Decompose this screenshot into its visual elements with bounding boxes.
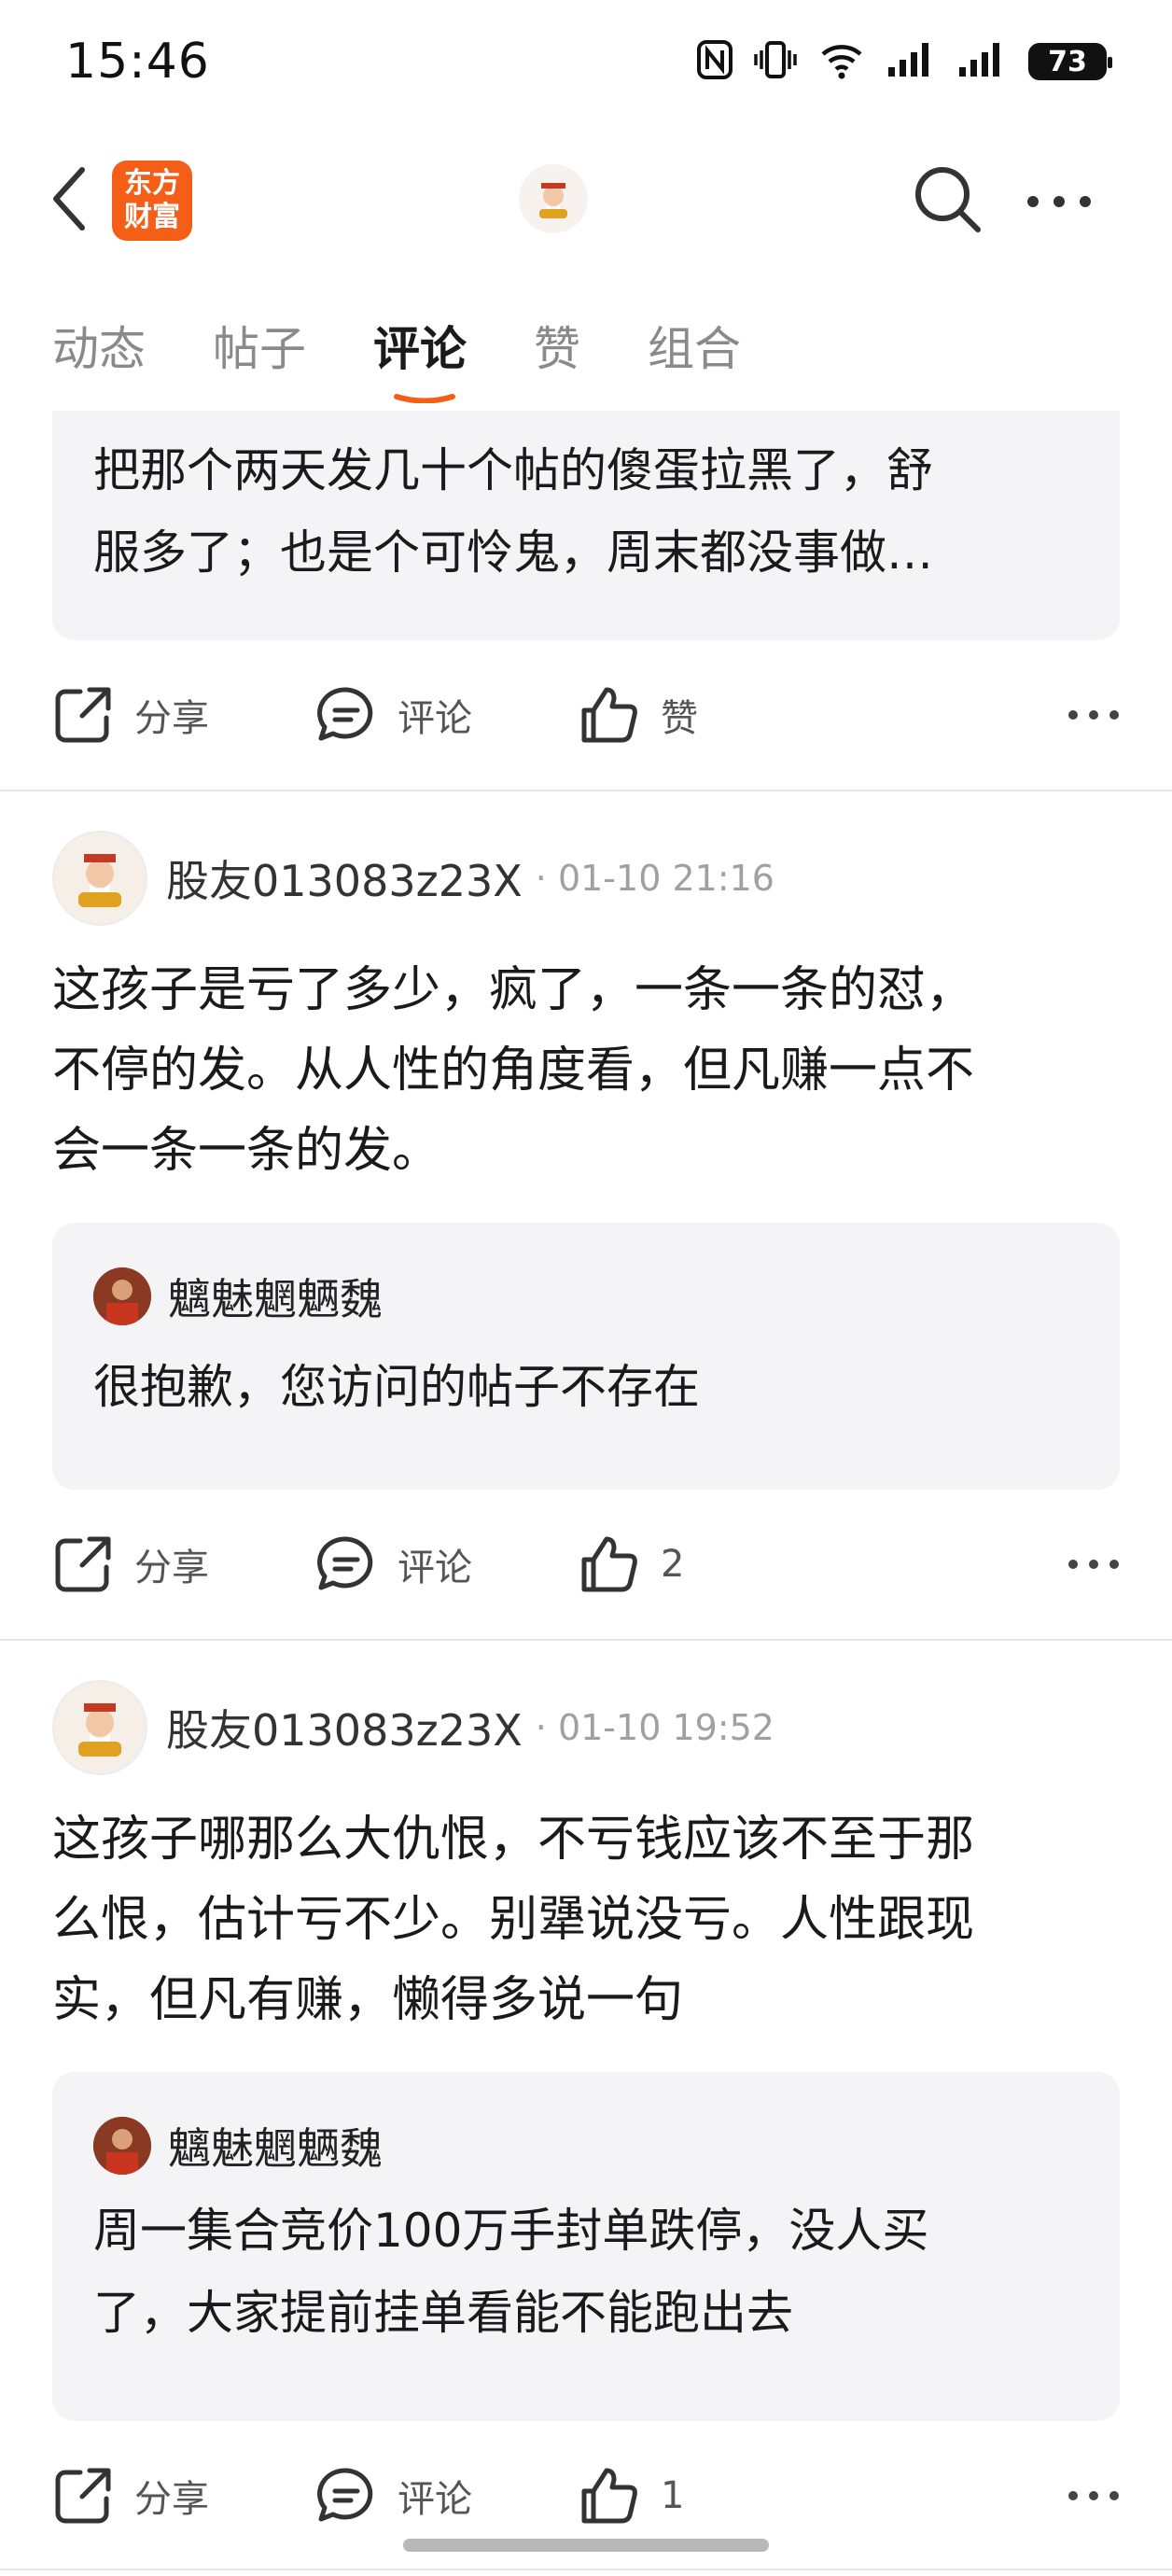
reply-author-name: 魑魅魍魉魏 [168, 2123, 383, 2174]
like-count: 1 [661, 2474, 685, 2517]
reply-text-line: 周一集合竞价100万手封单跌停，没人买 [93, 2204, 929, 2258]
thumbs-up-icon [581, 1536, 637, 1592]
logo-line1: 东方 [124, 167, 180, 200]
thumbs-up-icon [581, 2468, 637, 2524]
comment-icon [317, 2468, 373, 2522]
tab-dynamic[interactable]: 动态 [52, 312, 146, 379]
post-time: · 01-10 21:16 [535, 858, 774, 899]
more-icon [1027, 196, 1091, 207]
thumbs-up-icon [581, 687, 637, 743]
divider [0, 1639, 1172, 1641]
signal-icon-2 [957, 41, 1008, 82]
like-button[interactable]: 2 [579, 1533, 1067, 1595]
quoted-post[interactable]: 把那个两天发几十个帖的傻蛋拉黑了，舒 服多了；也是个可怜鬼，周末都没事做… [52, 411, 1120, 640]
post-text-line: 这孩子哪那么大仇恨，不亏钱应该不至于那 [52, 1812, 975, 1868]
tab-comments-label: 评论 [373, 322, 467, 376]
author-name[interactable]: 股友013083z23X [166, 847, 523, 909]
avatar [93, 1267, 151, 1325]
quoted-text-line: 把那个两天发几十个帖的傻蛋拉黑了，舒 [93, 443, 933, 497]
home-indicator[interactable] [403, 2539, 769, 2552]
more-button[interactable] [1026, 194, 1092, 212]
back-button[interactable] [50, 166, 88, 235]
tab-posts[interactable]: 帖子 [213, 312, 306, 379]
reply-author: 魑魅魍魉魏 [93, 1266, 1079, 1327]
share-icon [55, 2468, 111, 2524]
post-text-line: 实，但凡有赚，懒得多说一句 [52, 1972, 684, 2028]
like-count: 2 [661, 1543, 685, 1586]
search-button[interactable] [911, 162, 985, 241]
share-button[interactable]: 分享 [52, 684, 315, 746]
more-options-button[interactable] [1067, 707, 1120, 724]
nfc-icon [696, 39, 733, 84]
more-icon [1068, 1559, 1119, 1569]
status-time: 15:46 [65, 34, 210, 90]
comment-label: 评论 [398, 1547, 472, 1589]
action-row: 分享 评论 赞 [52, 678, 1120, 752]
post-time: · 01-10 19:52 [535, 1707, 774, 1748]
reply-author: 魑魅魍魉魏 [93, 2115, 1079, 2177]
logo-line2: 财富 [124, 201, 180, 233]
comment-button[interactable]: 评论 [315, 2465, 579, 2527]
more-icon [1068, 709, 1119, 720]
post-text-line: 么恨，估计亏不少。别犟说没亏。人性跟现 [52, 1892, 975, 1948]
action-row: 分享 评论 2 [52, 1527, 1120, 1602]
reply-text-line: 了，大家提前挂单看能不能跑出去 [93, 2286, 793, 2340]
share-icon [55, 687, 111, 743]
vibrate-icon [754, 39, 797, 84]
tab-portfolio[interactable]: 组合 [648, 312, 741, 379]
wifi-icon [817, 39, 866, 84]
like-button[interactable]: 1 [579, 2465, 1067, 2527]
tab-comments[interactable]: 评论 [373, 312, 467, 403]
divider [0, 2569, 1172, 2570]
post-author-row[interactable]: 股友013083z23X · 01-10 21:16 [52, 831, 774, 926]
share-icon [55, 1536, 111, 1592]
reply-text-line: 很抱歉，您访问的帖子不存在 [93, 1360, 700, 1414]
avatar [93, 2117, 151, 2175]
post-content[interactable]: 这孩子是亏了多少，疯了，一条一条的怼， 不停的发。从人性的角度看，但凡赚一点不 … [52, 950, 1125, 1191]
quoted-reply[interactable]: 魑魅魍魉魏 很抱歉，您访问的帖子不存在 [52, 1223, 1120, 1490]
comment-button[interactable]: 评论 [315, 684, 579, 746]
post-content[interactable]: 这孩子哪那么大仇恨，不亏钱应该不至于那 么恨，估计亏不少。别犟说没亏。人性跟现 … [52, 1799, 1125, 2040]
signal-icon-1 [886, 41, 937, 82]
post-text-line: 这孩子是亏了多少，疯了，一条一条的怼， [52, 962, 975, 1018]
share-label: 分享 [134, 2478, 209, 2521]
quoted-text-line: 服多了；也是个可怜鬼，周末都没事做… [93, 525, 933, 580]
search-icon [915, 167, 981, 232]
share-button[interactable]: 分享 [52, 2465, 315, 2527]
divider [0, 790, 1172, 791]
avatar[interactable] [52, 1680, 147, 1775]
comment-icon [317, 1536, 373, 1590]
author-name[interactable]: 股友013083z23X [166, 1697, 523, 1758]
battery-icon: 73 [1028, 43, 1112, 80]
share-label: 分享 [134, 1547, 209, 1589]
more-icon [1068, 2490, 1119, 2500]
profile-tabs: 动态 帖子 评论 赞 组合 [52, 312, 741, 403]
profile-avatar[interactable] [519, 164, 588, 233]
comment-label: 评论 [398, 2478, 472, 2521]
share-label: 分享 [134, 697, 209, 740]
share-button[interactable]: 分享 [52, 1533, 315, 1595]
comment-icon [317, 687, 373, 741]
more-options-button[interactable] [1067, 2487, 1120, 2505]
like-label: 赞 [661, 697, 698, 740]
post-author-row[interactable]: 股友013083z23X · 01-10 19:52 [52, 1680, 774, 1775]
avatar[interactable] [52, 831, 147, 926]
tab-likes[interactable]: 赞 [534, 312, 580, 379]
app-logo[interactable]: 东方 财富 [112, 161, 192, 241]
action-row: 分享 评论 1 [52, 2458, 1120, 2533]
status-icons: 73 [696, 39, 1112, 84]
post-text-line: 不停的发。从人性的角度看，但凡赚一点不 [52, 1043, 975, 1099]
post-text-line: 会一条一条的发。 [52, 1123, 441, 1179]
comment-button[interactable]: 评论 [315, 1533, 579, 1595]
tab-active-indicator [394, 394, 455, 403]
reply-author-name: 魑魅魍魉魏 [168, 1274, 383, 1324]
like-button[interactable]: 赞 [579, 684, 1067, 746]
comment-label: 评论 [398, 697, 472, 740]
more-options-button[interactable] [1067, 1556, 1120, 1574]
quoted-reply[interactable]: 魑魅魍魉魏 周一集合竞价100万手封单跌停，没人买 了，大家提前挂单看能不能跑出… [52, 2072, 1120, 2421]
